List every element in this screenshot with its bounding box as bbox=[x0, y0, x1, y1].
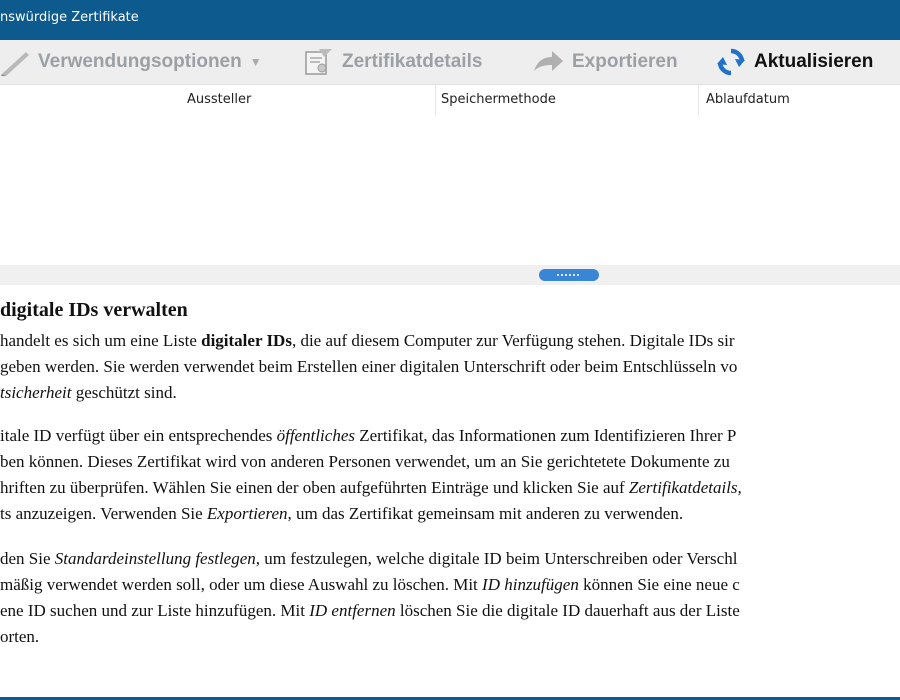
chevron-down-icon: ▼ bbox=[249, 55, 262, 69]
column-header-issuer[interactable]: Aussteller bbox=[187, 92, 251, 107]
text-segment: ts anzuzeigen. Verwenden Sie bbox=[0, 504, 207, 523]
certificate-table-header: Aussteller Speichermethode Ablaufdatum bbox=[0, 85, 900, 115]
help-line: itale ID verfügt über ein entsprechendes… bbox=[0, 426, 736, 446]
certificate-list[interactable] bbox=[0, 115, 900, 265]
italic-text: Zertifikatdetails, bbox=[628, 478, 742, 497]
column-divider[interactable] bbox=[435, 85, 436, 115]
column-header-storage[interactable]: Speichermethode bbox=[441, 92, 556, 107]
text-segment: löschen Sie die digitale ID dauerhaft au… bbox=[395, 601, 740, 620]
italic-text: ID entfernen bbox=[309, 601, 396, 620]
export-arrow-icon bbox=[534, 51, 563, 71]
help-line: orten. bbox=[0, 627, 39, 647]
text-segment: , um festzulegen, welche digitale ID bei… bbox=[255, 549, 738, 568]
help-line: tsicherheit geschützt sind. bbox=[0, 383, 177, 403]
help-line: hriften zu überprüfen. Wählen Sie einen … bbox=[0, 478, 742, 498]
refresh-label: Aktualisieren bbox=[754, 51, 874, 72]
text-segment: orten. bbox=[0, 627, 40, 646]
toolbar: Verwendungsoptionen ▼ Zertifikatdetails … bbox=[0, 40, 900, 85]
help-panel: digitale IDs verwalten handelt es sich u… bbox=[0, 285, 900, 697]
help-line: den Sie Standardeinstellung festlegen, u… bbox=[0, 549, 737, 569]
pane-splitter[interactable] bbox=[0, 265, 900, 285]
text-segment: können Sie eine neue c bbox=[578, 575, 740, 594]
text-segment: ben können. Dieses Zertifikat wird von a… bbox=[0, 452, 730, 471]
italic-text: Standardeinstellung festlegen bbox=[54, 549, 256, 568]
bold-text: digitaler IDs bbox=[201, 331, 292, 350]
column-header-expiry[interactable]: Ablaufdatum bbox=[706, 92, 790, 107]
italic-text: Exportieren bbox=[206, 504, 288, 523]
certificate-icon bbox=[305, 49, 332, 75]
export-button[interactable]: Exportieren bbox=[532, 40, 678, 84]
text-segment: mäßig verwendet werden soll, oder um die… bbox=[0, 575, 483, 594]
help-line: ts anzuzeigen. Verwenden Sie Exportieren… bbox=[0, 504, 683, 524]
refresh-button[interactable]: Aktualisieren bbox=[716, 40, 873, 84]
help-line: handelt es sich um eine Liste digitaler … bbox=[0, 331, 734, 351]
certificate-details-label: Zertifikatdetails bbox=[342, 51, 483, 72]
italic-text: ID hinzufügen bbox=[482, 575, 579, 594]
text-segment: geschützt sind. bbox=[71, 383, 177, 402]
help-line: ene ID suchen und zur Liste hinzufügen. … bbox=[0, 601, 740, 621]
export-label: Exportieren bbox=[572, 51, 678, 72]
text-segment: hriften zu überprüfen. Wählen Sie einen … bbox=[0, 478, 629, 497]
text-segment: Zertifikat, das Informationen zum Identi… bbox=[354, 426, 737, 445]
text-segment: ene ID suchen und zur Liste hinzufügen. … bbox=[0, 601, 310, 620]
italic-text: tsicherheit bbox=[0, 383, 72, 402]
title-bar: nswürdige Zertifikate bbox=[0, 0, 900, 40]
text-segment: den Sie bbox=[0, 549, 55, 568]
help-line: ben können. Dieses Zertifikat wird von a… bbox=[0, 452, 730, 472]
window-title: nswürdige Zertifikate bbox=[0, 10, 139, 25]
text-segment: , um das Zertifikat gemeinsam mit andere… bbox=[287, 504, 684, 523]
help-line: mäßig verwendet werden soll, oder um die… bbox=[0, 575, 740, 595]
certificate-details-button[interactable]: Zertifikatdetails bbox=[302, 40, 482, 84]
help-line: geben werden. Sie werden verwendet beim … bbox=[0, 357, 737, 377]
refresh-icon bbox=[717, 48, 745, 76]
italic-text: öffentliches bbox=[276, 426, 355, 445]
text-segment: geben werden. Sie werden verwendet beim … bbox=[0, 357, 738, 376]
pen-icon bbox=[1, 52, 29, 76]
splitter-handle[interactable] bbox=[539, 269, 599, 281]
usage-options-label: Verwendungsoptionen bbox=[38, 51, 242, 72]
text-segment: itale ID verfügt über ein entsprechendes bbox=[0, 426, 277, 445]
usage-options-button[interactable]: Verwendungsoptionen ▼ bbox=[0, 40, 262, 84]
column-divider[interactable] bbox=[698, 85, 699, 115]
text-segment: , die auf diesem Computer zur Verfügung … bbox=[291, 331, 735, 350]
help-title: digitale IDs verwalten bbox=[0, 299, 188, 321]
text-segment: handelt es sich um eine Liste bbox=[0, 331, 202, 350]
